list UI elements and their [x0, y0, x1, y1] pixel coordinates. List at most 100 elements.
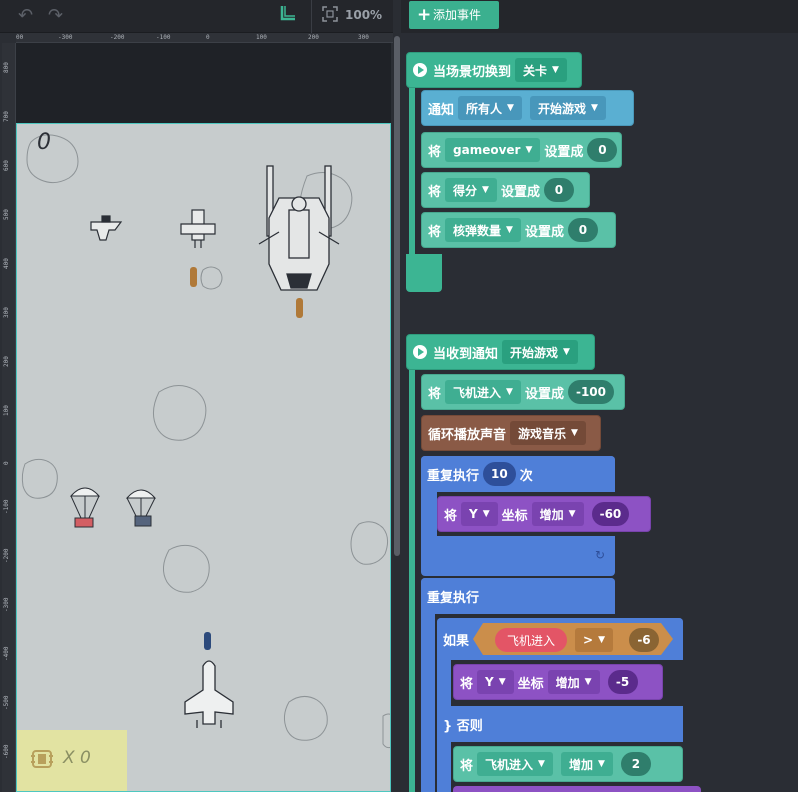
value-input[interactable]: 0 [587, 138, 618, 162]
start-flag-icon [413, 63, 427, 77]
set-op-label: 设置成 [524, 224, 564, 240]
enemy-plane [180, 209, 216, 248]
set-label: 将 [460, 758, 474, 774]
operation-value: 增加 [555, 675, 580, 690]
axis-value: Y [485, 675, 494, 689]
ruler-tick-label: -500 [3, 695, 10, 710]
guide-icon[interactable] [280, 5, 296, 26]
notify-label: 通知 [428, 102, 455, 118]
compare-value-input[interactable]: -6 [629, 628, 659, 652]
forever-header: 重复执行 [421, 578, 615, 614]
hat-label: 当收到通知 [433, 346, 499, 362]
value-input[interactable]: -100 [567, 380, 614, 404]
variable-dropdown[interactable]: 飞机进入 ▼ [477, 752, 553, 776]
boss-ship [258, 165, 340, 291]
zoom-level[interactable]: 100% [345, 8, 382, 22]
notify-target-value: 所有人 [466, 101, 503, 116]
axis-dropdown[interactable]: Y ▼ [461, 502, 498, 526]
variable-value: 飞机进入 [485, 757, 534, 772]
game-scene [21, 134, 390, 749]
variable-dropdown[interactable]: 飞机进入 ▼ [445, 380, 521, 404]
notify-message-dropdown[interactable]: 开始游戏 ▼ [529, 96, 606, 120]
set-op-label: 设置成 [524, 386, 564, 402]
play-sound-loop-block[interactable]: 循环播放声音 游戏音乐 ▼ [421, 415, 601, 451]
operation-dropdown[interactable]: 增加 ▼ [531, 502, 584, 526]
asteroid [21, 458, 58, 499]
enemy-bullet [190, 267, 197, 287]
fit-screen-icon[interactable] [322, 6, 338, 28]
asteroid [153, 385, 207, 441]
stage-scrollbar[interactable] [394, 36, 400, 556]
asteroid [283, 696, 328, 741]
change-coordinate-block[interactable]: 将 Y ▼ 坐标 增加 ▼ -60 [437, 496, 651, 532]
change-variable-block[interactable]: 将 飞机进入 ▼ 增加 ▼ 2 [453, 746, 683, 782]
coord-label: 坐标 [517, 676, 544, 692]
game-canvas[interactable]: 0 X 0 [16, 123, 391, 792]
sound-value: 游戏音乐 [518, 426, 567, 441]
sound-dropdown[interactable]: 游戏音乐 ▼ [510, 421, 586, 445]
ruler-tick-label: -400 [3, 646, 10, 661]
value-input[interactable]: -5 [607, 670, 638, 694]
variable-dropdown[interactable]: 核弹数量 ▼ [445, 218, 521, 242]
set-label: 将 [428, 224, 442, 240]
set-variable-block[interactable]: 将 得分 ▼ 设置成 0 [421, 172, 590, 208]
value-input[interactable]: 0 [567, 218, 598, 242]
undo-icon[interactable]: ↶ [18, 6, 33, 26]
asteroid [200, 266, 223, 290]
variable-dropdown[interactable]: 得分 ▼ [445, 178, 497, 202]
message-value: 开始游戏 [510, 345, 559, 360]
plus-icon: + [417, 5, 432, 25]
app-root: ↶ ↷ 100% 00 -300 -200 -100 0 100 200 300 800 700… [0, 0, 798, 792]
stage-panel: ↶ ↷ 100% 00 -300 -200 -100 0 100 200 300 800 700… [0, 0, 400, 792]
bomb-count: X 0 [63, 748, 91, 768]
vertical-ruler: 800 700 600 500 400 300 200 100 0 -100 -200 -300 -40… [2, 43, 16, 792]
ruler-tick-label: 100 [256, 34, 267, 41]
notify-message-value: 开始游戏 [537, 101, 586, 116]
ruler-tick-label: 0 [206, 34, 210, 41]
scene-dropdown[interactable]: 关卡 ▼ [515, 58, 567, 82]
bomb-counter-panel: X 0 [17, 730, 127, 791]
ruler-tick-label: -200 [110, 34, 125, 41]
notify-block[interactable]: 通知 所有人 ▼ 开始游戏 ▼ [421, 90, 634, 126]
change-coordinate-block[interactable]: 将 Y ▼ 坐标 增加 ▼ -5 [453, 664, 663, 700]
ruler-tick-label: 600 [3, 160, 10, 171]
operation-dropdown[interactable]: 增加 ▼ [547, 670, 600, 694]
ruler-tick-label: 200 [3, 356, 10, 367]
variable-value: gameover [453, 143, 521, 157]
redo-icon[interactable]: ↷ [48, 6, 63, 26]
hat-label: 当场景切换到 [433, 64, 512, 80]
operation-dropdown[interactable]: 增加 ▼ [560, 752, 613, 776]
compare-value: > [583, 633, 594, 647]
set-label: 将 [428, 184, 442, 200]
variable-dropdown[interactable]: gameover ▼ [445, 138, 541, 162]
event-hat-receive-message[interactable]: 当收到通知 开始游戏 ▼ [406, 334, 595, 370]
set-variable-block[interactable]: 将 飞机进入 ▼ 设置成 -100 [421, 374, 625, 410]
ruler-tick-label: 700 [3, 111, 10, 122]
axis-dropdown[interactable]: Y ▼ [477, 670, 514, 694]
scene-value: 关卡 [523, 63, 548, 78]
event-hat-scene-switch[interactable]: 当场景切换到 关卡 ▼ [406, 52, 582, 88]
variable-reporter[interactable]: 飞机进入 [495, 628, 568, 652]
add-event-button[interactable]: + 添加事件 [409, 1, 499, 29]
ruler-tick-label: 00 [16, 34, 24, 41]
asteroid [26, 134, 79, 184]
value-input[interactable]: 0 [543, 178, 574, 202]
set-variable-block[interactable]: 将 gameover ▼ 设置成 0 [421, 132, 622, 168]
value-input[interactable]: -60 [591, 502, 630, 526]
value-input[interactable]: 2 [620, 752, 651, 776]
repeat-count-input[interactable]: 10 [483, 462, 516, 486]
next-block-peek [453, 786, 701, 792]
asteroid [350, 521, 389, 565]
set-op-label: 设置成 [544, 144, 584, 160]
parachute-powerup [69, 487, 101, 528]
enemy-plane [90, 215, 123, 241]
ruler-tick-label: -100 [3, 499, 10, 514]
set-variable-block[interactable]: 将 核弹数量 ▼ 设置成 0 [421, 212, 616, 248]
notify-target-dropdown[interactable]: 所有人 ▼ [458, 96, 522, 120]
ruler-tick-label: -200 [3, 548, 10, 563]
compare-dropdown[interactable]: > ▼ [575, 628, 613, 652]
ruler-tick-label: 500 [3, 209, 10, 220]
set-label: 将 [460, 676, 474, 692]
message-dropdown[interactable]: 开始游戏 ▼ [502, 340, 578, 364]
ruler-tick-label: -600 [3, 744, 10, 759]
